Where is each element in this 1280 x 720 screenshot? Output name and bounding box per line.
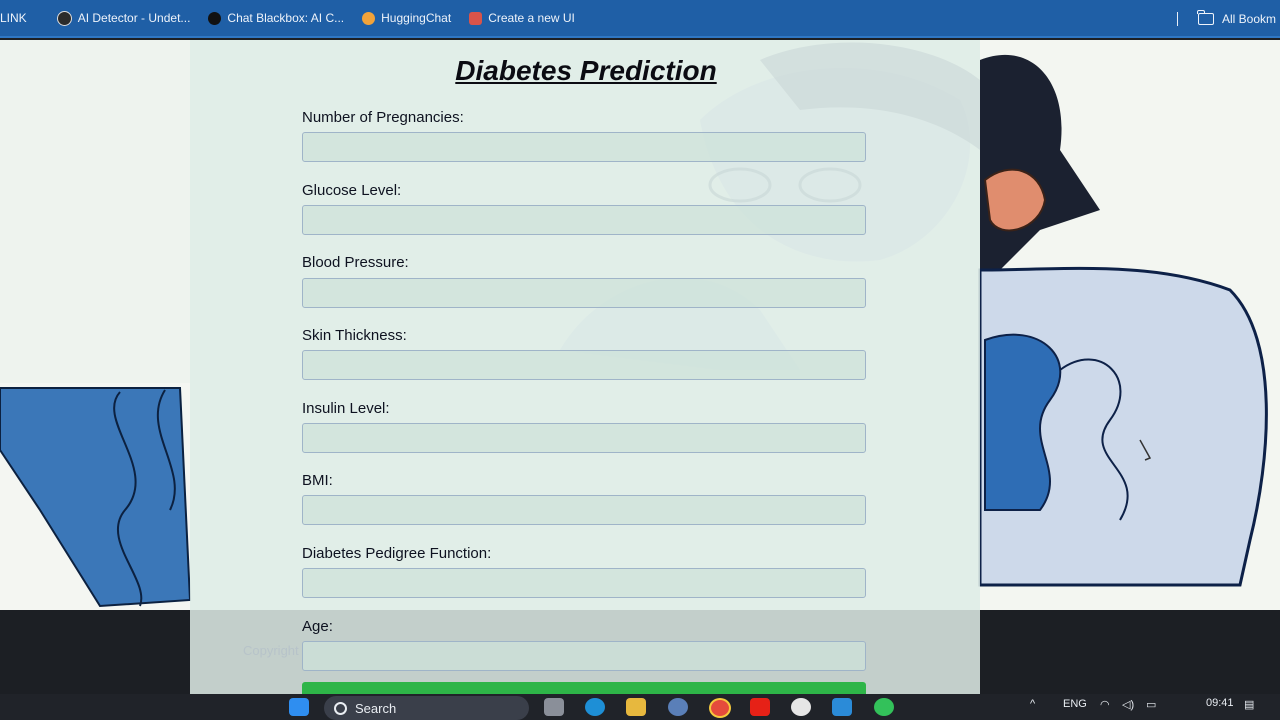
divider xyxy=(1176,12,1178,26)
bookmark-label: Chat Blackbox: AI C... xyxy=(227,11,345,25)
vscode-icon[interactable] xyxy=(832,698,852,716)
bookmark-create-ui[interactable]: Create a new UI xyxy=(469,11,575,25)
clock-time[interactable]: 09:41 xyxy=(1206,697,1234,709)
page-title: Diabetes Prediction xyxy=(455,55,717,86)
glucose-input[interactable] xyxy=(302,205,866,235)
footer-copyright: Copyright xyxy=(243,643,299,658)
bookmark-label: LINK xyxy=(0,11,27,25)
search-icon xyxy=(334,701,347,715)
pregnancies-input[interactable] xyxy=(302,132,866,162)
folder-icon xyxy=(1197,10,1214,25)
settings-gear-icon[interactable] xyxy=(668,698,688,716)
search-label: Search xyxy=(355,700,397,716)
language-indicator[interactable]: ENG xyxy=(1063,698,1087,710)
volume-icon[interactable]: ◁) xyxy=(1122,698,1134,711)
task-view-icon[interactable] xyxy=(544,698,564,716)
wifi-icon[interactable]: ◠ xyxy=(1100,698,1110,711)
github-icon[interactable] xyxy=(791,698,811,716)
bookmark-label: Create a new UI xyxy=(488,11,575,25)
ai-detector-icon xyxy=(56,10,72,26)
taskbar: Search ^ ENG ◠ ◁) ▭ 09:41 ▤ xyxy=(0,694,1280,720)
insulin-label: Insulin Level: xyxy=(302,400,390,417)
blood-pressure-label: Blood Pressure: xyxy=(302,254,409,271)
pregnancies-label: Number of Pregnancies: xyxy=(302,109,464,126)
bookmark-label: HuggingChat xyxy=(381,11,452,25)
bookmark-link[interactable]: LINK xyxy=(0,11,27,25)
bookmark-huggingchat[interactable]: HuggingChat xyxy=(362,11,451,25)
age-label: Age: xyxy=(302,618,333,635)
bookmark-label: AI Detector - Undet... xyxy=(77,11,191,25)
chrome-icon[interactable] xyxy=(709,698,731,718)
edge-icon[interactable] xyxy=(585,698,605,716)
all-bookmarks-label: All Bookm xyxy=(1221,12,1276,26)
ui-icon xyxy=(469,11,483,25)
bookmarks-bar: LINK AI Detector - Undet... Chat Blackbo… xyxy=(0,0,1280,38)
pedigree-label: Diabetes Pedigree Function: xyxy=(302,545,492,562)
bmi-input[interactable] xyxy=(302,495,866,525)
hugging-face-icon xyxy=(362,11,376,25)
taskbar-search[interactable]: Search xyxy=(324,696,529,720)
battery-icon[interactable]: ▭ xyxy=(1146,698,1156,711)
skin-thickness-label: Skin Thickness: xyxy=(302,327,407,344)
pedigree-input[interactable] xyxy=(302,568,866,598)
notification-icon[interactable]: ▤ xyxy=(1244,698,1254,711)
age-input[interactable] xyxy=(302,641,866,671)
all-bookmarks[interactable]: All Bookm xyxy=(1176,0,1280,38)
glucose-label: Glucose Level: xyxy=(302,182,402,199)
skin-thickness-input[interactable] xyxy=(302,350,866,380)
blood-pressure-input[interactable] xyxy=(302,278,866,308)
whatsapp-icon[interactable] xyxy=(874,698,894,716)
bmi-label: BMI: xyxy=(302,472,333,489)
chevron-up-icon[interactable]: ^ xyxy=(1030,698,1035,710)
insulin-input[interactable] xyxy=(302,423,866,453)
bookmark-blackbox[interactable]: Chat Blackbox: AI C... xyxy=(208,11,344,25)
bookmark-ai-detector[interactable]: AI Detector - Undet... xyxy=(56,10,191,26)
file-explorer-icon[interactable] xyxy=(626,698,646,716)
blackbox-icon xyxy=(208,11,222,25)
windows-start-icon[interactable] xyxy=(289,698,309,716)
youtube-icon[interactable] xyxy=(750,698,770,716)
